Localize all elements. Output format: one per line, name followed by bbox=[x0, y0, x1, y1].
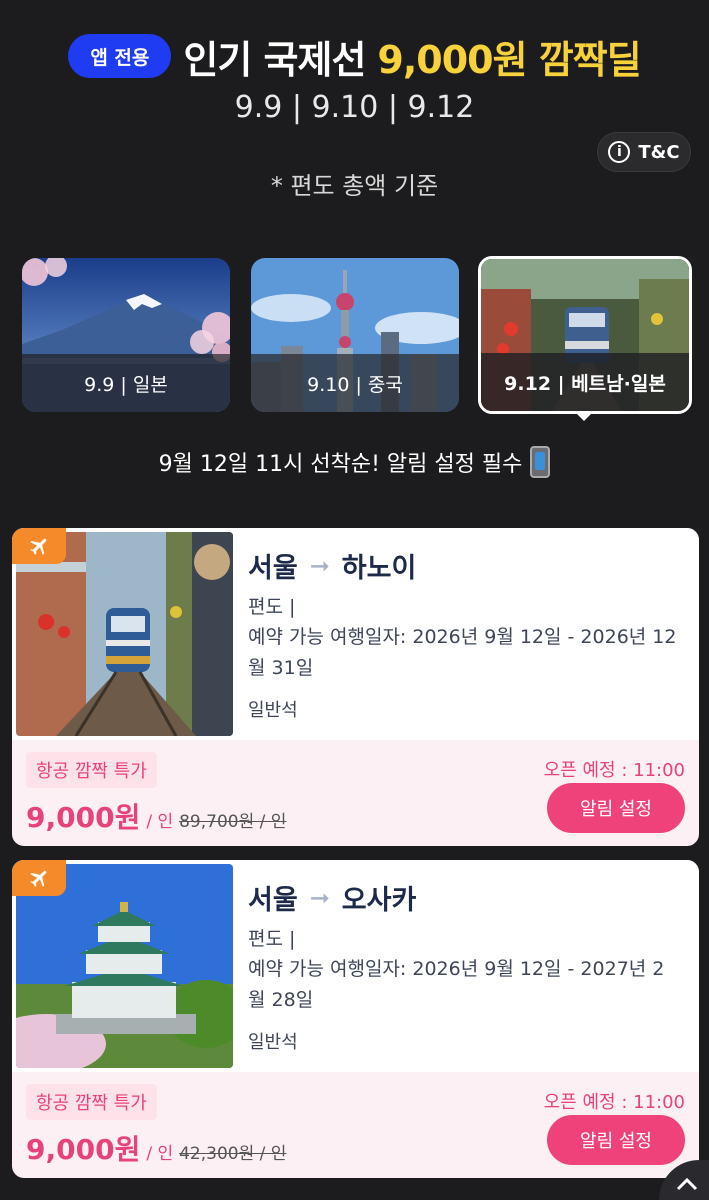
active-tab-pointer bbox=[574, 411, 594, 421]
title-main: 인기 국제선 bbox=[183, 37, 366, 82]
sale-price: 9,000원 bbox=[26, 801, 141, 834]
set-alarm-button[interactable]: 알림 설정 bbox=[547, 783, 685, 833]
tab-vietnam-japan[interactable]: 9.12 | 베트남·일본 bbox=[478, 256, 692, 414]
tc-label: T&C bbox=[638, 141, 680, 163]
tab-china[interactable]: 9.10 | 중국 bbox=[251, 258, 459, 412]
seat-class: 일반석 bbox=[248, 700, 298, 721]
original-price: 89,700원 / 인 bbox=[179, 812, 287, 832]
origin-city: 서울 bbox=[248, 553, 298, 584]
destination-city: 하노이 bbox=[341, 553, 417, 584]
sale-price: 9,000원 bbox=[26, 1133, 141, 1166]
route-arrow-icon: ➞ bbox=[309, 883, 330, 912]
destination-tabs: 9.9 | 일본 9.10 | 중국 9.12 | 베트남·일본 bbox=[22, 256, 692, 414]
price-row: 9,000원 / 인 42,300원 / 인 bbox=[26, 1128, 286, 1168]
travel-period: 예약 가능 여행일자: 2026년 9월 12일 - 2027년 2월 28일 bbox=[248, 958, 665, 1011]
promo-badge: 항공 깜짝 특가 bbox=[26, 752, 157, 788]
deal-card-hanoi[interactable]: 서울 ➞ 하노이 편도 | 예약 가능 여행일자: 2026년 9월 12일 -… bbox=[12, 528, 699, 846]
airplane-icon bbox=[12, 528, 66, 564]
trip-type: 편도 | bbox=[248, 928, 296, 950]
set-alarm-button[interactable]: 알림 설정 bbox=[547, 1115, 685, 1165]
hero-title: 앱 전용 인기 국제선 9,000원 깜짝딜 bbox=[0, 26, 709, 86]
info-icon: i bbox=[608, 141, 631, 163]
per-person: / 인 bbox=[146, 1144, 174, 1164]
destination-city: 오사카 bbox=[341, 885, 417, 916]
seat-class: 일반석 bbox=[248, 1032, 298, 1053]
original-price: 42,300원 / 인 bbox=[179, 1144, 287, 1164]
per-person: / 인 bbox=[146, 812, 174, 832]
tab-japan[interactable]: 9.9 | 일본 bbox=[22, 258, 230, 412]
tab-label: 9.9 | 일본 bbox=[22, 354, 230, 412]
chevron-up-icon bbox=[676, 1177, 698, 1191]
price-row: 9,000원 / 인 89,700원 / 인 bbox=[26, 796, 286, 836]
mobile-phone-icon bbox=[530, 446, 551, 478]
tab-label: 9.12 | 베트남·일본 bbox=[481, 353, 689, 411]
travel-period: 예약 가능 여행일자: 2026년 9월 12일 - 2026년 12월 31일 bbox=[248, 626, 677, 679]
origin-city: 서울 bbox=[248, 885, 298, 916]
trip-type: 편도 | bbox=[248, 596, 296, 618]
deal-card-osaka[interactable]: 서울 ➞ 오사카 편도 | 예약 가능 여행일자: 2026년 9월 12일 -… bbox=[12, 860, 699, 1178]
app-only-badge: 앱 전용 bbox=[68, 34, 172, 78]
airplane-icon bbox=[12, 860, 66, 896]
open-time: 오픈 예정 : 11:00 bbox=[543, 1092, 685, 1113]
alarm-notice: 9월 12일 11시 선착순! 알림 설정 필수 bbox=[0, 446, 709, 478]
alarm-notice-text: 9월 12일 11시 선착순! 알림 설정 필수 bbox=[158, 452, 523, 477]
route: 서울 ➞ 하노이 bbox=[248, 546, 416, 585]
open-time: 오픈 예정 : 11:00 bbox=[543, 760, 685, 781]
route-arrow-icon: ➞ bbox=[309, 551, 330, 580]
event-dates: 9.9 | 9.10 | 9.12 bbox=[234, 90, 475, 125]
price-note: * 편도 총액 기준 bbox=[270, 172, 439, 200]
promo-badge: 항공 깜짝 특가 bbox=[26, 1084, 157, 1120]
route: 서울 ➞ 오사카 bbox=[248, 878, 416, 917]
tab-label: 9.10 | 중국 bbox=[251, 354, 459, 412]
title-highlight: 9,000원 깜짝딜 bbox=[377, 37, 641, 82]
